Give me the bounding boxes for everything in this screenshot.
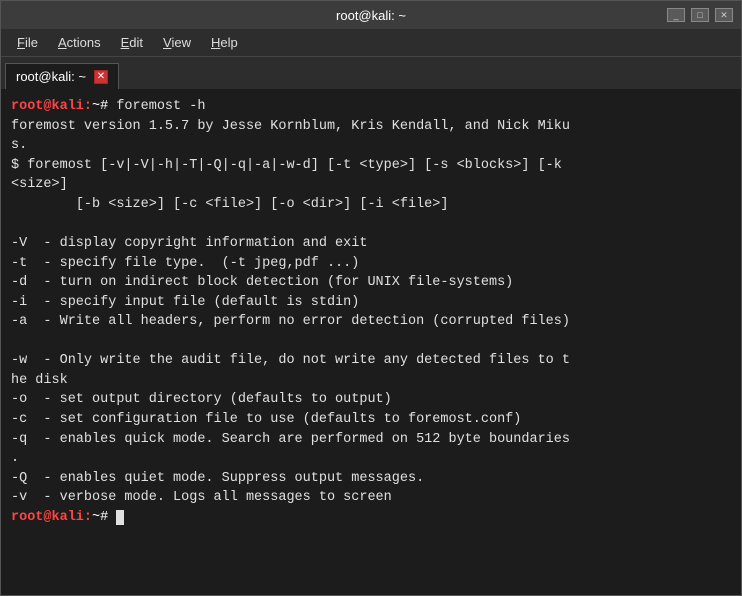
terminal-content: root@kali:~# foremost -h foremost versio… <box>11 97 731 527</box>
command-text: foremost -h <box>108 99 205 114</box>
menu-file[interactable]: File <box>9 32 46 53</box>
output-line-13: -o - set output directory (defaults to o… <box>11 392 392 407</box>
menu-edit[interactable]: Edit <box>113 32 151 53</box>
minimize-button[interactable]: _ <box>667 8 685 22</box>
window-title: root@kali: ~ <box>336 8 406 23</box>
final-prompt-suffix: ~# <box>92 510 108 525</box>
tab-bar: root@kali: ~ ✕ <box>1 57 741 89</box>
prompt-suffix-1: ~# <box>92 99 108 114</box>
cursor <box>116 510 124 525</box>
output-line-8: -d - turn on indirect block detection (f… <box>11 275 513 290</box>
menu-bar: File Actions Edit View Help <box>1 29 741 57</box>
output-line-2: s. <box>11 138 27 153</box>
tab-label: root@kali: ~ <box>16 69 86 84</box>
output-line-17: -Q - enables quiet mode. Suppress output… <box>11 471 424 486</box>
terminal-window: root@kali: ~ _ □ ✕ File Actions Edit Vie… <box>0 0 742 596</box>
output-line-18: -v - verbose mode. Logs all messages to … <box>11 490 392 505</box>
output-line-12: he disk <box>11 373 68 388</box>
maximize-button[interactable]: □ <box>691 8 709 22</box>
tab-root[interactable]: root@kali: ~ ✕ <box>5 63 119 89</box>
output-line-11: -w - Only write the audit file, do not w… <box>11 353 570 368</box>
terminal-output[interactable]: root@kali:~# foremost -h foremost versio… <box>1 89 741 595</box>
final-prompt-label: root@kali: <box>11 510 92 525</box>
output-line-4: <size>] <box>11 177 68 192</box>
menu-view[interactable]: View <box>155 32 199 53</box>
output-line-15: -q - enables quick mode. Search are perf… <box>11 432 570 447</box>
output-line-14: -c - set configuration file to use (defa… <box>11 412 521 427</box>
output-line-5: [-b <size>] [-c <file>] [-o <dir>] [-i <… <box>11 197 448 212</box>
output-line-9: -i - specify input file (default is stdi… <box>11 295 359 310</box>
title-bar: root@kali: ~ _ □ ✕ <box>1 1 741 29</box>
output-line-16: . <box>11 451 19 466</box>
close-button[interactable]: ✕ <box>715 8 733 22</box>
output-line-1: foremost version 1.5.7 by Jesse Kornblum… <box>11 119 570 134</box>
prompt-label-1: root@kali: <box>11 99 92 114</box>
output-line-10: -a - Write all headers, perform no error… <box>11 314 570 329</box>
menu-actions[interactable]: Actions <box>50 32 109 53</box>
menu-help[interactable]: Help <box>203 32 246 53</box>
window-controls: _ □ ✕ <box>667 8 733 22</box>
tab-close-button[interactable]: ✕ <box>94 70 108 84</box>
output-line-7: -t - specify file type. (-t jpeg,pdf ...… <box>11 256 359 271</box>
output-line-6: -V - display copyright information and e… <box>11 236 367 251</box>
output-line-3: $ foremost [-v|-V|-h|-T|-Q|-q|-a|-w-d] [… <box>11 158 562 173</box>
